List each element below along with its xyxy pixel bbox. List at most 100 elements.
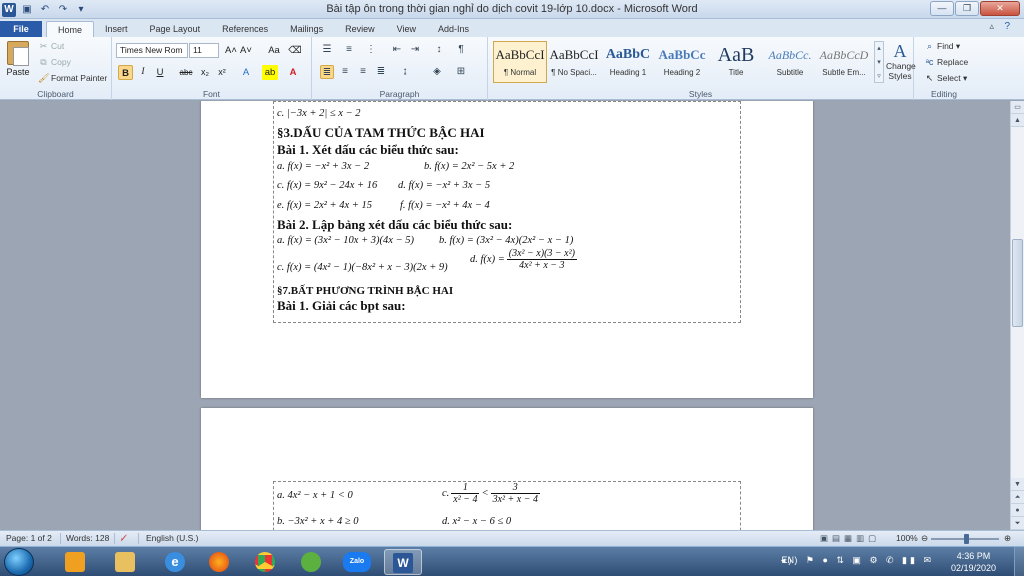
chrome-icon[interactable]	[246, 549, 284, 575]
italic-button[interactable]: I	[136, 65, 150, 80]
proofing-icon[interactable]: ✓̸	[120, 533, 127, 544]
borders-icon[interactable]: ⊞	[454, 65, 468, 79]
taskbar: e Zalo W EN ◂)) ⚑ ● ⇅ ▣ ⚙ ✆ ▮▮ ✉ 4:36 PM…	[0, 546, 1024, 576]
tab-home[interactable]: Home	[46, 21, 95, 37]
tab-add-ins[interactable]: Add-Ins	[427, 21, 480, 37]
explorer-icon[interactable]	[56, 549, 94, 575]
multilevel-list-icon[interactable]: ⋮	[364, 43, 378, 57]
style-normal[interactable]: AaBbCcI ¶ Normal	[493, 41, 547, 83]
firefox-icon[interactable]	[200, 549, 238, 575]
text-box[interactable]: c. |−3x + 2| ≤ x − 2 §3.DẤU CỦA TAM THỨC…	[273, 101, 741, 323]
bullets-icon[interactable]: ☰	[320, 43, 334, 57]
tab-review[interactable]: Review	[334, 21, 386, 37]
vertical-scrollbar[interactable]: ▭ ▲ ▼ ⏶ ● ⏷	[1010, 101, 1024, 530]
tab-file[interactable]: File	[0, 21, 42, 37]
numerator: (3x² − x)(3 − x²)	[506, 248, 577, 260]
cut-button[interactable]: ✂ Cut	[38, 41, 65, 52]
style-subtitle[interactable]: AaBbCc. Subtitle	[763, 41, 817, 83]
select-button[interactable]: ↖ Select ▾	[924, 73, 968, 84]
styles-gallery-scroll[interactable]: ▴ ▾ ▿	[874, 41, 884, 83]
font-group: Times New Rom 11 A˄ A˅ Aa ⌫ B I U abc x₂…	[112, 37, 312, 100]
subscript-button[interactable]: x₂	[198, 65, 212, 80]
style-heading-2[interactable]: AaBbCc Heading 2	[655, 41, 709, 83]
denominator: 4x² + x − 3	[519, 260, 565, 271]
shading-icon[interactable]: ◈	[430, 65, 444, 79]
zoom-level[interactable]: 100%	[896, 533, 918, 543]
find-label: Find	[937, 41, 954, 51]
document-page-2[interactable]: a. 4x² − x + 1 < 0 c. 1 x² − 4 < 3 3x² +…	[201, 408, 813, 530]
page-count[interactable]: Page: 1 of 2	[6, 533, 52, 543]
zoom-in-icon[interactable]: ⊕	[1004, 533, 1011, 544]
find-button[interactable]: ⌕ Find ▾	[924, 41, 960, 52]
tab-insert[interactable]: Insert	[94, 21, 139, 37]
scroll-thumb[interactable]	[1012, 239, 1023, 327]
style-title[interactable]: AaB Title	[709, 41, 763, 83]
scroll-up-icon[interactable]: ▲	[1011, 114, 1024, 127]
language-indicator[interactable]: English (U.S.)	[146, 533, 198, 543]
strikethrough-button[interactable]: abc	[178, 65, 194, 80]
change-case-button[interactable]: Aa	[264, 43, 284, 58]
font-name-select[interactable]: Times New Rom	[116, 43, 188, 58]
format-painter-button[interactable]: 🖌 Format Painter	[38, 73, 107, 84]
show-formatting-icon[interactable]: ¶	[454, 43, 468, 57]
clock[interactable]: 4:36 PM 02/19/2020	[951, 550, 996, 574]
grow-font-button[interactable]: A˄	[224, 43, 238, 58]
previous-page-icon[interactable]: ⏶	[1011, 491, 1024, 504]
next-page-icon[interactable]: ⏷	[1011, 517, 1024, 530]
justify-icon[interactable]: ≣	[374, 65, 388, 79]
tray-icons[interactable]: ◂)) ⚑ ● ⇅ ▣ ⚙ ✆ ▮▮ ✉	[781, 555, 934, 566]
align-center-icon[interactable]: ≡	[338, 65, 352, 79]
shrink-font-button[interactable]: A˅	[239, 43, 253, 58]
minimize-ribbon-icon[interactable]: ▵	[989, 21, 994, 32]
text-effects-icon[interactable]: A	[238, 65, 254, 80]
zoom-out-icon[interactable]: ⊖	[921, 533, 928, 544]
change-styles-button[interactable]: A Change Styles	[886, 41, 916, 81]
tab-references[interactable]: References	[211, 21, 279, 37]
zoom-slider-knob[interactable]	[964, 534, 969, 544]
underline-button[interactable]: U	[153, 65, 167, 80]
tab-view[interactable]: View	[386, 21, 427, 37]
numbering-icon[interactable]: ≡	[342, 43, 356, 57]
start-button[interactable]	[4, 548, 34, 576]
increase-indent-icon[interactable]: ⇥	[408, 43, 422, 57]
sort-icon[interactable]: ↕	[432, 43, 446, 57]
style-subtle-emphasis[interactable]: AaBbCcD Subtle Em...	[817, 41, 871, 83]
document-area[interactable]: c. |−3x + 2| ≤ x − 2 §3.DẤU CỦA TAM THỨC…	[0, 101, 1010, 530]
view-buttons[interactable]: ▣▤▦▥▢	[820, 533, 880, 544]
font-size-select[interactable]: 11	[189, 43, 219, 58]
document-page-1[interactable]: c. |−3x + 2| ≤ x − 2 §3.DẤU CỦA TAM THỨC…	[201, 101, 813, 398]
font-color-icon[interactable]: A	[285, 65, 301, 80]
word-icon[interactable]: W	[384, 549, 422, 575]
superscript-button[interactable]: x²	[215, 65, 229, 80]
equation-line: d. x² − x − 6 ≤ 0	[442, 516, 512, 527]
ruler-toggle-icon[interactable]: ▭	[1011, 101, 1024, 114]
show-desktop-button[interactable]	[1014, 547, 1024, 576]
scroll-down-icon[interactable]: ▼	[1011, 478, 1024, 491]
help-icon[interactable]: ?	[1004, 21, 1010, 32]
word-count[interactable]: Words: 128	[66, 533, 109, 543]
align-left-icon[interactable]: ≣	[320, 65, 334, 79]
tab-page-layout[interactable]: Page Layout	[139, 21, 212, 37]
minimize-icon[interactable]: —	[930, 1, 954, 16]
clear-formatting-icon[interactable]: ⌫	[288, 43, 302, 58]
style-no-spacing[interactable]: AaBbCcI ¶ No Spaci...	[547, 41, 601, 83]
coccoc-icon[interactable]	[292, 549, 330, 575]
style-heading-1[interactable]: AaBbC Heading 1	[601, 41, 655, 83]
decrease-indent-icon[interactable]: ⇤	[390, 43, 404, 57]
replace-button[interactable]: ᵃc Replace	[924, 57, 969, 67]
text-box[interactable]: a. 4x² − x + 1 < 0 c. 1 x² − 4 < 3 3x² +…	[273, 481, 741, 530]
tab-mailings[interactable]: Mailings	[279, 21, 334, 37]
highlight-color-icon[interactable]: ab	[262, 65, 278, 80]
ie-icon[interactable]: e	[156, 549, 194, 575]
style-name: ¶ Normal	[503, 68, 537, 77]
copy-button[interactable]: ⧉ Copy	[38, 57, 71, 68]
browse-object-icon[interactable]: ●	[1011, 504, 1024, 517]
align-right-icon[interactable]: ≡	[356, 65, 370, 79]
zalo-icon[interactable]: Zalo	[338, 549, 376, 575]
paste-button[interactable]: Paste	[4, 41, 32, 85]
folder-icon[interactable]	[106, 549, 144, 575]
bold-button[interactable]: B	[118, 65, 133, 80]
restore-icon[interactable]: ❐	[955, 1, 979, 16]
line-spacing-icon[interactable]: ↨	[398, 65, 412, 79]
close-icon[interactable]: ✕	[980, 1, 1020, 16]
